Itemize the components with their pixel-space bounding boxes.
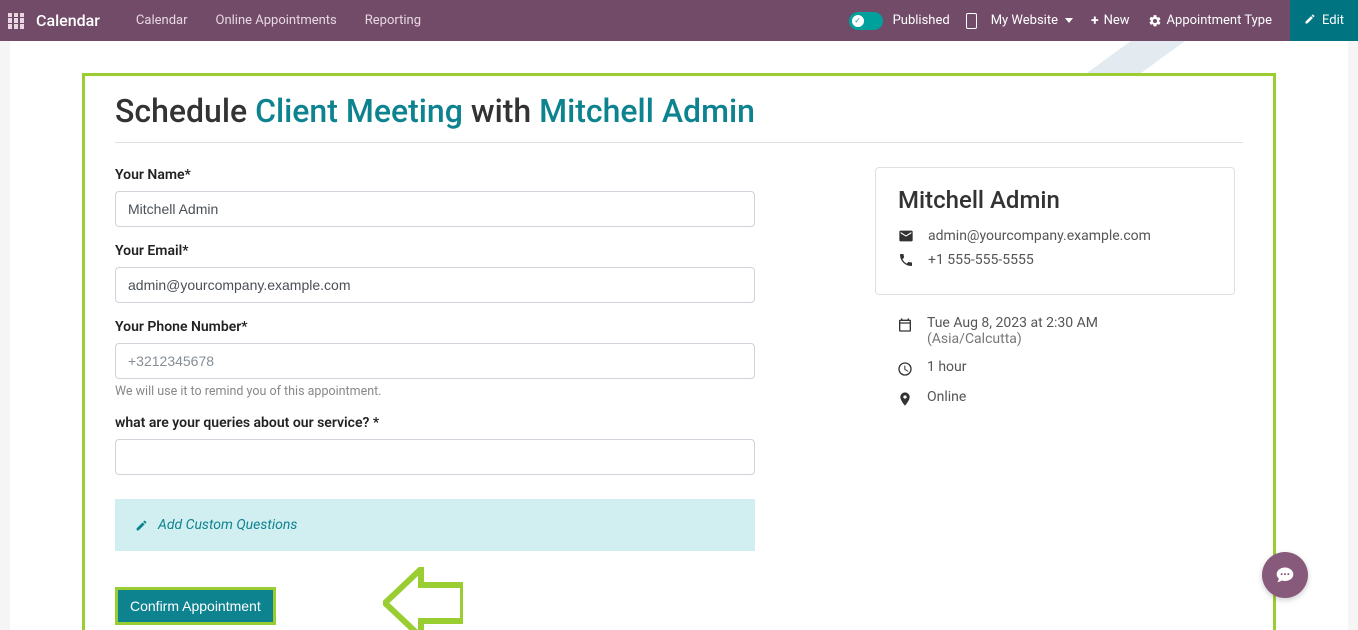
apps-grid-icon[interactable]	[8, 13, 24, 29]
navbar-right: ✓ Published My Website + New Appointment…	[849, 0, 1350, 41]
form-column: Your Name* Your Email* Your Phone Number…	[115, 167, 755, 625]
heading-mid: with	[463, 92, 539, 130]
appointment-type-label: Appointment Type	[1167, 13, 1272, 28]
phone-help-text: We will use it to remind you of this app…	[115, 384, 755, 399]
pencil-icon	[135, 519, 148, 532]
confirm-appointment-button[interactable]: Confirm Appointment	[115, 587, 276, 625]
pencil-icon	[1304, 13, 1316, 29]
appointment-datetime: Tue Aug 8, 2023 at 2:30 AM	[927, 315, 1098, 331]
edit-label: Edit	[1322, 13, 1344, 28]
new-label: New	[1104, 13, 1130, 28]
clock-icon	[897, 361, 913, 377]
phone-icon	[898, 252, 914, 268]
appointment-duration: 1 hour	[927, 359, 967, 375]
appointment-info: Tue Aug 8, 2023 at 2:30 AM (Asia/Calcutt…	[875, 315, 1235, 407]
nav-link-online-appointments[interactable]: Online Appointments	[204, 13, 349, 28]
appointment-duration-row: 1 hour	[897, 359, 1213, 377]
page-heading: Schedule Client Meeting with Mitchell Ad…	[115, 92, 1243, 143]
host-phone: +1 555-555-5555	[928, 252, 1034, 268]
appointment-datetime-row: Tue Aug 8, 2023 at 2:30 AM (Asia/Calcutt…	[897, 315, 1213, 347]
published-label: Published	[893, 13, 950, 28]
form-layout: Your Name* Your Email* Your Phone Number…	[115, 167, 1243, 625]
form-group-phone: Your Phone Number* We will use it to rem…	[115, 319, 755, 399]
plus-icon: +	[1091, 13, 1099, 29]
appointment-location-row: Online	[897, 389, 1213, 407]
host-card: Mitchell Admin admin@yourcompany.example…	[875, 167, 1235, 295]
highlighted-form-container: Schedule Client Meeting with Mitchell Ad…	[82, 73, 1276, 630]
host-email: admin@yourcompany.example.com	[928, 228, 1151, 244]
published-toggle[interactable]: ✓	[849, 12, 883, 30]
appointment-timezone: (Asia/Calcutta)	[927, 331, 1098, 347]
navbar-left: Calendar Calendar Online Appointments Re…	[8, 11, 433, 30]
caret-down-icon	[1065, 18, 1073, 23]
top-navbar: Calendar Calendar Online Appointments Re…	[0, 0, 1358, 41]
nav-link-calendar[interactable]: Calendar	[124, 13, 200, 28]
name-label: Your Name*	[115, 167, 755, 183]
appointment-type-button[interactable]: Appointment Type	[1144, 13, 1276, 28]
chat-bubble-button[interactable]	[1262, 552, 1308, 598]
arrow-annotation	[383, 567, 463, 630]
heading-host: Mitchell Admin	[539, 92, 755, 130]
calendar-icon	[897, 317, 913, 333]
form-group-email: Your Email*	[115, 243, 755, 303]
phone-label: Your Phone Number*	[115, 319, 755, 335]
host-phone-row: +1 555-555-5555	[898, 252, 1212, 268]
add-custom-questions-button[interactable]: Add Custom Questions	[115, 499, 755, 551]
queries-field[interactable]	[115, 439, 755, 475]
phone-field[interactable]	[115, 343, 755, 379]
nav-link-reporting[interactable]: Reporting	[353, 13, 433, 28]
chat-icon	[1275, 565, 1295, 585]
host-email-row: admin@yourcompany.example.com	[898, 228, 1212, 244]
check-icon: ✓	[852, 15, 864, 27]
queries-label: what are your queries about our service?…	[115, 415, 755, 431]
app-title[interactable]: Calendar	[36, 11, 100, 30]
side-column: Mitchell Admin admin@yourcompany.example…	[875, 167, 1235, 625]
host-name: Mitchell Admin	[898, 186, 1212, 214]
edit-button[interactable]: Edit	[1290, 0, 1358, 41]
appointment-location: Online	[927, 389, 966, 405]
location-pin-icon	[897, 391, 913, 407]
new-button[interactable]: + New	[1087, 13, 1134, 29]
heading-prefix: Schedule	[115, 92, 255, 130]
envelope-icon	[898, 228, 914, 244]
add-questions-label: Add Custom Questions	[158, 517, 297, 533]
content-area[interactable]: Schedule Client Meeting with Mitchell Ad…	[10, 41, 1348, 630]
my-website-label: My Website	[991, 13, 1058, 28]
name-field[interactable]	[115, 191, 755, 227]
form-group-name: Your Name*	[115, 167, 755, 227]
my-website-dropdown[interactable]: My Website	[987, 13, 1077, 28]
heading-appointment-type: Client Meeting	[255, 92, 463, 130]
form-group-queries: what are your queries about our service?…	[115, 415, 755, 475]
email-label: Your Email*	[115, 243, 755, 259]
mobile-preview-icon[interactable]	[966, 13, 977, 29]
gear-icon	[1148, 14, 1162, 28]
email-field[interactable]	[115, 267, 755, 303]
